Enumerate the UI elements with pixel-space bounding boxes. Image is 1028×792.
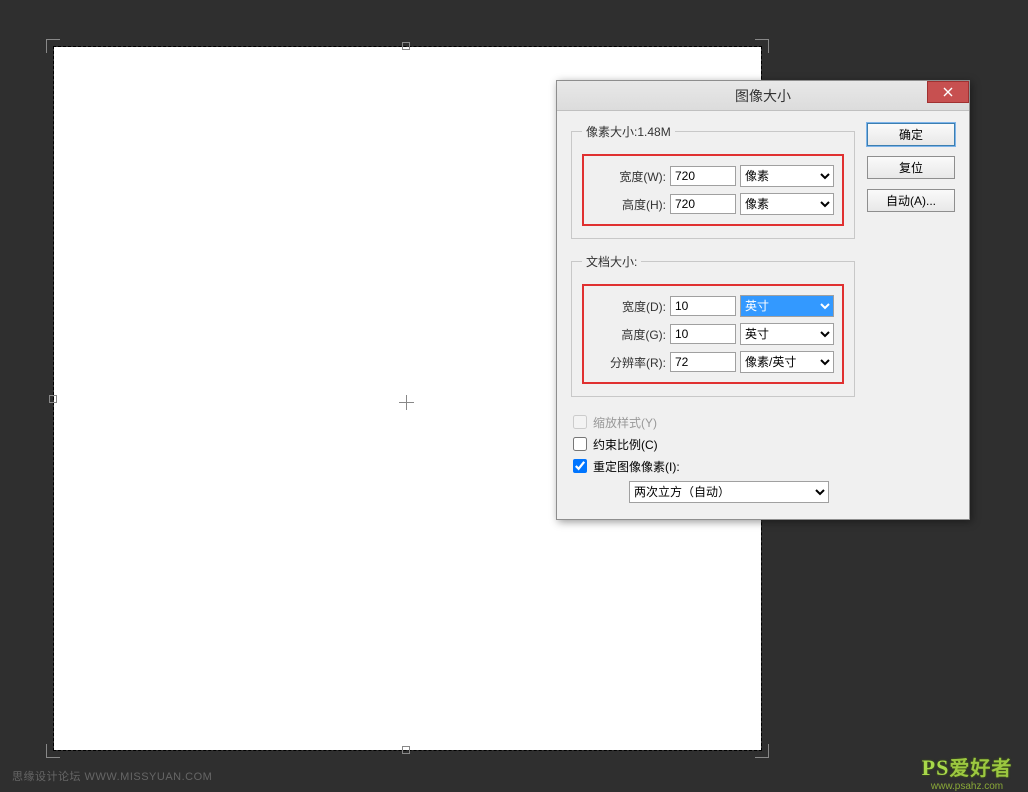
pixel-width-input[interactable] <box>670 166 736 186</box>
transform-handle-left[interactable] <box>49 395 57 403</box>
doc-height-input[interactable] <box>670 324 736 344</box>
close-icon <box>943 87 953 97</box>
constrain-row[interactable]: 约束比例(C) <box>571 433 855 455</box>
resample-checkbox[interactable] <box>573 459 587 473</box>
doc-height-unit-select[interactable]: 英寸 <box>740 323 834 345</box>
watermark-url: www.psahz.com <box>914 781 1020 792</box>
watermark-right: PS爱好者 www.psahz.com <box>914 752 1020 792</box>
resample-method-select[interactable]: 两次立方（自动） <box>629 481 829 503</box>
pixel-height-unit-select[interactable]: 像素 <box>740 193 834 215</box>
doc-width-input[interactable] <box>670 296 736 316</box>
close-button[interactable] <box>927 81 969 103</box>
image-size-dialog: 图像大小 像素大小:1.48M 宽度(W): 像素 高度(H): <box>556 80 970 520</box>
resolution-label: 分辨率(R): <box>592 354 666 371</box>
resample-row[interactable]: 重定图像像素(I): <box>571 455 855 477</box>
ok-button[interactable]: 确定 <box>867 123 955 146</box>
pixel-size-legend: 像素大小:1.48M <box>582 123 675 140</box>
pixel-height-label: 高度(H): <box>592 196 666 213</box>
transform-handle-bottom[interactable] <box>402 746 410 754</box>
document-size-legend: 文档大小: <box>582 253 641 270</box>
transform-corner-bl[interactable] <box>46 744 60 758</box>
scale-styles-row: 缩放样式(Y) <box>571 411 855 433</box>
resolution-unit-select[interactable]: 像素/英寸 <box>740 351 834 373</box>
transform-corner-br[interactable] <box>755 744 769 758</box>
pixel-width-unit-select[interactable]: 像素 <box>740 165 834 187</box>
transform-corner-tr[interactable] <box>755 39 769 53</box>
doc-highlight: 宽度(D): 英寸 高度(G): 英寸 分辨率(R) <box>582 284 844 384</box>
dialog-titlebar[interactable]: 图像大小 <box>557 81 969 111</box>
scale-styles-checkbox <box>573 415 587 429</box>
scale-styles-label: 缩放样式(Y) <box>593 414 657 431</box>
doc-width-label: 宽度(D): <box>592 298 666 315</box>
watermark-left: 思缘设计论坛 WWW.MISSYUAN.COM <box>12 768 212 784</box>
reset-button[interactable]: 复位 <box>867 156 955 179</box>
watermark-logo-cn: 爱好者 <box>949 758 1012 780</box>
doc-width-unit-select[interactable]: 英寸 <box>740 295 834 317</box>
doc-height-label: 高度(G): <box>592 326 666 343</box>
transform-handle-top[interactable] <box>402 42 410 50</box>
resolution-input[interactable] <box>670 352 736 372</box>
pixel-height-input[interactable] <box>670 194 736 214</box>
pixel-highlight: 宽度(W): 像素 高度(H): 像素 <box>582 154 844 226</box>
transform-corner-tl[interactable] <box>46 39 60 53</box>
constrain-label: 约束比例(C) <box>593 436 658 453</box>
dialog-title: 图像大小 <box>735 86 791 106</box>
watermark-logo-en: PS <box>922 755 950 780</box>
pixel-size-group: 像素大小:1.48M 宽度(W): 像素 高度(H): 像素 <box>571 123 855 239</box>
constrain-checkbox[interactable] <box>573 437 587 451</box>
document-size-group: 文档大小: 宽度(D): 英寸 高度(G): 英寸 <box>571 253 855 397</box>
resample-label: 重定图像像素(I): <box>593 458 680 475</box>
auto-button[interactable]: 自动(A)... <box>867 189 955 212</box>
pixel-width-label: 宽度(W): <box>592 168 666 185</box>
